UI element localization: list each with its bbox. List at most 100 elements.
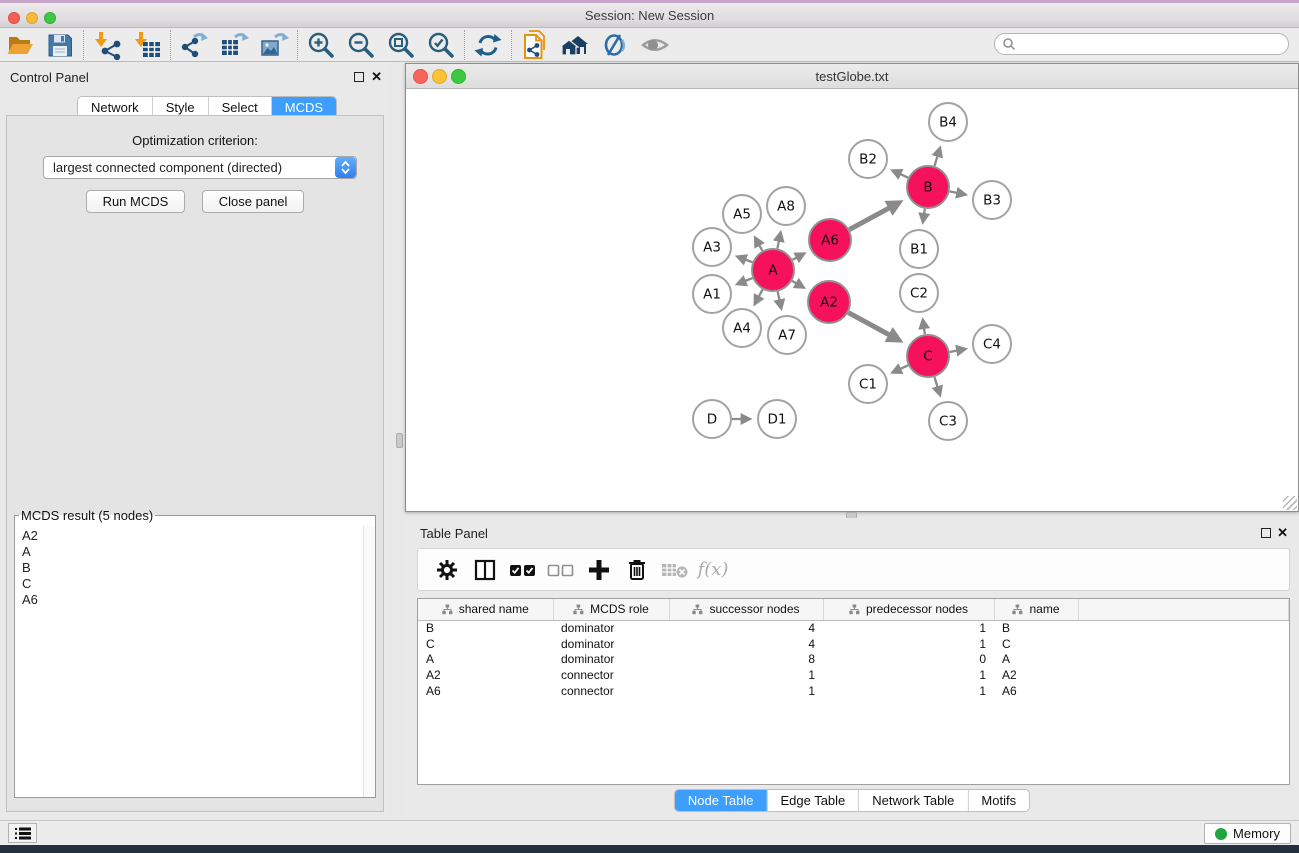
run-mcds-button[interactable]: Run MCDS — [86, 190, 186, 213]
graph-edge-B-B4[interactable] — [934, 149, 939, 166]
graph-edge-A-A6[interactable] — [792, 254, 803, 260]
graph-edge-B-B2[interactable] — [893, 171, 908, 178]
unselect-all-columns-icon[interactable] — [542, 553, 580, 587]
table-cell[interactable]: 1 — [669, 683, 823, 699]
graph-node-A4[interactable]: A4 — [723, 309, 761, 347]
table-cell[interactable]: 1 — [823, 683, 994, 699]
result-list-item[interactable]: A6 — [22, 592, 363, 608]
graph-node-D1[interactable]: D1 — [758, 400, 796, 438]
table-cell[interactable]: dominator — [553, 652, 669, 668]
table-cell[interactable]: A — [994, 652, 1078, 668]
split-view-icon[interactable] — [466, 553, 504, 587]
table-row[interactable]: Adominator80A — [418, 652, 1289, 668]
result-list-item[interactable]: C — [22, 576, 363, 592]
table-cell[interactable]: connector — [553, 683, 669, 699]
graph-edge-A-A4[interactable] — [755, 289, 762, 303]
table-cell[interactable]: A6 — [418, 683, 553, 699]
float-panel-icon[interactable] — [354, 72, 364, 82]
table-close-icon[interactable]: ✕ — [1277, 525, 1288, 541]
table-cell[interactable]: 1 — [823, 636, 994, 652]
graph-edge-A-A5[interactable] — [756, 238, 763, 250]
graph-node-B1[interactable]: B1 — [900, 230, 938, 268]
graph-node-A7[interactable]: A7 — [768, 316, 806, 354]
table-cell[interactable]: 4 — [669, 620, 823, 636]
graph-node-C2[interactable]: C2 — [900, 274, 938, 312]
refresh-view-icon[interactable] — [468, 29, 508, 61]
table-cell[interactable]: 1 — [823, 620, 994, 636]
memory-button[interactable]: Memory — [1204, 823, 1291, 844]
table-cell[interactable]: 8 — [669, 652, 823, 668]
graph-node-B4[interactable]: B4 — [929, 103, 967, 141]
export-image-icon[interactable] — [254, 29, 294, 61]
graph-edge-A-A2[interactable] — [792, 281, 803, 287]
optimization-criterion-select[interactable]: largest connected component (directed) — [43, 156, 357, 179]
graph-node-A8[interactable]: A8 — [767, 187, 805, 225]
column-header[interactable]: predecessor nodes — [823, 599, 994, 620]
graph-node-A2[interactable]: A2 — [808, 281, 850, 323]
column-header[interactable]: MCDS role — [553, 599, 669, 620]
export-table-icon[interactable] — [214, 29, 254, 61]
graph-edge-C-C4[interactable] — [950, 349, 965, 352]
table-cell[interactable]: 0 — [823, 652, 994, 668]
table-cell[interactable]: B — [994, 620, 1078, 636]
hide-graphics-eye-icon[interactable] — [635, 29, 675, 61]
table-row[interactable]: A2connector11A2 — [418, 667, 1289, 683]
result-list-item[interactable]: B — [22, 560, 363, 576]
mcds-result-list[interactable]: A2ABCA6 — [15, 526, 363, 797]
graph-node-A6[interactable]: A6 — [809, 219, 851, 261]
vertical-split-handle[interactable] — [396, 433, 403, 448]
graph-edge-C-C1[interactable] — [893, 365, 908, 372]
table-cell[interactable]: C — [994, 636, 1078, 652]
zoom-in-icon[interactable] — [301, 29, 341, 61]
add-column-icon[interactable] — [580, 553, 618, 587]
graph-node-A1[interactable]: A1 — [693, 275, 731, 313]
task-history-button[interactable] — [8, 823, 37, 843]
graph-node-D[interactable]: D — [693, 400, 731, 438]
result-list-item[interactable]: A2 — [22, 528, 363, 544]
table-cell[interactable]: A — [418, 652, 553, 668]
graph-node-B3[interactable]: B3 — [973, 181, 1011, 219]
table-cell[interactable]: A2 — [994, 667, 1078, 683]
column-header[interactable]: shared name — [418, 599, 553, 620]
import-table-icon[interactable] — [127, 29, 167, 61]
table-row[interactable]: Bdominator41B — [418, 620, 1289, 636]
close-panel-button[interactable]: Close panel — [202, 190, 305, 213]
open-session-icon[interactable] — [0, 29, 40, 61]
network-from-file-icon[interactable] — [515, 29, 555, 61]
delete-table-icon[interactable] — [656, 553, 694, 587]
tab-node-table[interactable]: Node Table — [675, 790, 767, 811]
graph-node-A5[interactable]: A5 — [723, 195, 761, 233]
table-settings-icon[interactable] — [428, 553, 466, 587]
table-cell[interactable]: connector — [553, 667, 669, 683]
graph-node-C4[interactable]: C4 — [973, 325, 1011, 363]
tab-motifs[interactable]: Motifs — [967, 790, 1029, 811]
graph-node-C[interactable]: C — [907, 335, 949, 377]
network-window-titlebar[interactable]: testGlobe.txt — [406, 64, 1298, 89]
table-cell[interactable]: dominator — [553, 620, 669, 636]
graph-node-C1[interactable]: C1 — [849, 365, 887, 403]
export-network-icon[interactable] — [174, 29, 214, 61]
graph-node-A3[interactable]: A3 — [693, 228, 731, 266]
zoom-fit-icon[interactable] — [381, 29, 421, 61]
table-cell[interactable]: dominator — [553, 636, 669, 652]
table-cell[interactable]: 1 — [669, 667, 823, 683]
search-input[interactable] — [1016, 37, 1288, 51]
search-field[interactable] — [994, 33, 1289, 55]
graph-edge-C-C2[interactable] — [923, 321, 925, 335]
graph-edge-A2-C[interactable] — [848, 313, 899, 341]
home-icon[interactable] — [555, 29, 595, 61]
table-float-icon[interactable] — [1261, 528, 1271, 538]
import-network-icon[interactable] — [87, 29, 127, 61]
window-resize-grip[interactable] — [1283, 496, 1297, 510]
graphics-details-icon[interactable] — [595, 29, 635, 61]
zoom-out-icon[interactable] — [341, 29, 381, 61]
column-header[interactable]: name — [994, 599, 1078, 620]
zoom-selected-icon[interactable] — [421, 29, 461, 61]
graph-edge-A6-B[interactable] — [849, 203, 899, 230]
graph-node-A[interactable]: A — [752, 249, 794, 291]
graph-edge-C-C3[interactable] — [934, 377, 939, 394]
table-cell[interactable]: C — [418, 636, 553, 652]
save-session-icon[interactable] — [40, 29, 80, 61]
graph-node-C3[interactable]: C3 — [929, 402, 967, 440]
graph-edge-A-A7[interactable] — [778, 292, 781, 308]
